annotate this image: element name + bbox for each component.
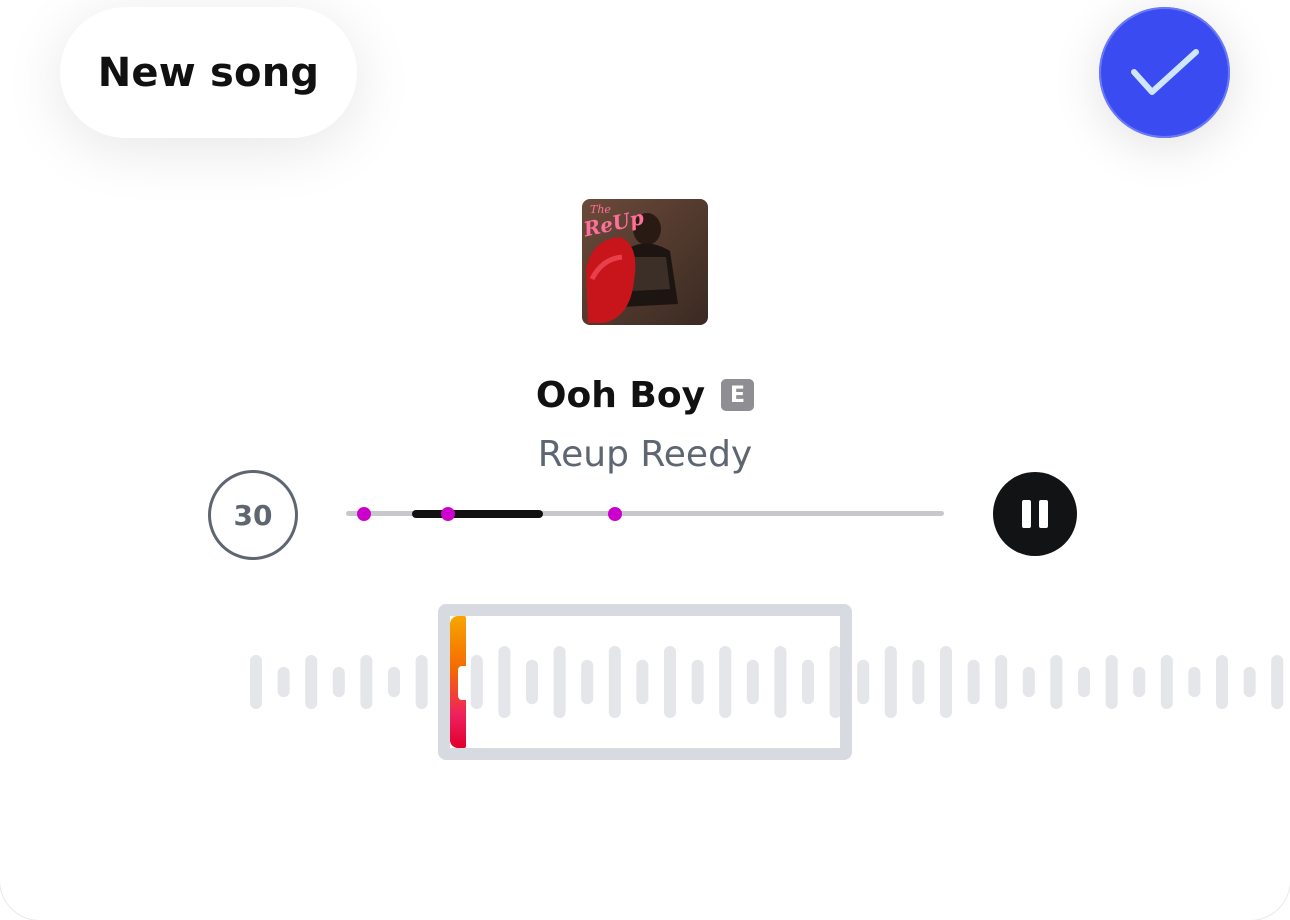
clip-start-handle[interactable] (450, 616, 466, 748)
waveform-bar (967, 659, 980, 705)
new-song-button[interactable]: New song (60, 7, 357, 138)
waveform-bar (1243, 666, 1256, 698)
waveform-bar (332, 666, 345, 698)
waveform-bar (857, 659, 870, 705)
waveform-bar (1271, 655, 1284, 709)
waveform-bar (884, 646, 897, 718)
waveform-bar (388, 666, 400, 698)
waveform-bar (415, 655, 428, 709)
done-button[interactable] (1099, 7, 1230, 138)
waveform-bar (1022, 666, 1035, 698)
waveform-bar (1160, 655, 1173, 709)
album-art: The ReUp (582, 199, 708, 325)
song-title-row: Ooh Boy E (0, 370, 1290, 420)
waveform-bar (1216, 655, 1228, 709)
waveform-bar (360, 655, 373, 709)
waveform-bar (995, 655, 1008, 709)
waveform-bar (912, 659, 925, 705)
waveform-bar (940, 646, 952, 718)
playback-marker (608, 507, 623, 521)
playback-progress (411, 510, 544, 518)
waveform-bar (1188, 666, 1201, 698)
waveform-bar (277, 666, 290, 698)
waveform-bar (1050, 655, 1063, 709)
waveform-bar (1078, 666, 1090, 698)
clip-duration-label: 30 (233, 498, 273, 532)
waveform-bar (250, 655, 262, 709)
playback-marker (356, 507, 371, 521)
waveform-bar (1133, 666, 1146, 698)
artist-name: Reup Reedy (537, 434, 753, 475)
explicit-badge: E (721, 379, 755, 411)
song-title: Ooh Boy (535, 374, 706, 416)
playback-marker (440, 507, 455, 521)
checkmark-icon (1130, 48, 1199, 95)
waveform-bar (305, 655, 318, 709)
clip-selection-frame[interactable] (438, 604, 852, 760)
pause-icon (1022, 500, 1031, 528)
clip-duration-button[interactable]: 30 (208, 470, 298, 560)
waveform-bar (1105, 655, 1118, 709)
pause-button[interactable] (993, 472, 1077, 556)
